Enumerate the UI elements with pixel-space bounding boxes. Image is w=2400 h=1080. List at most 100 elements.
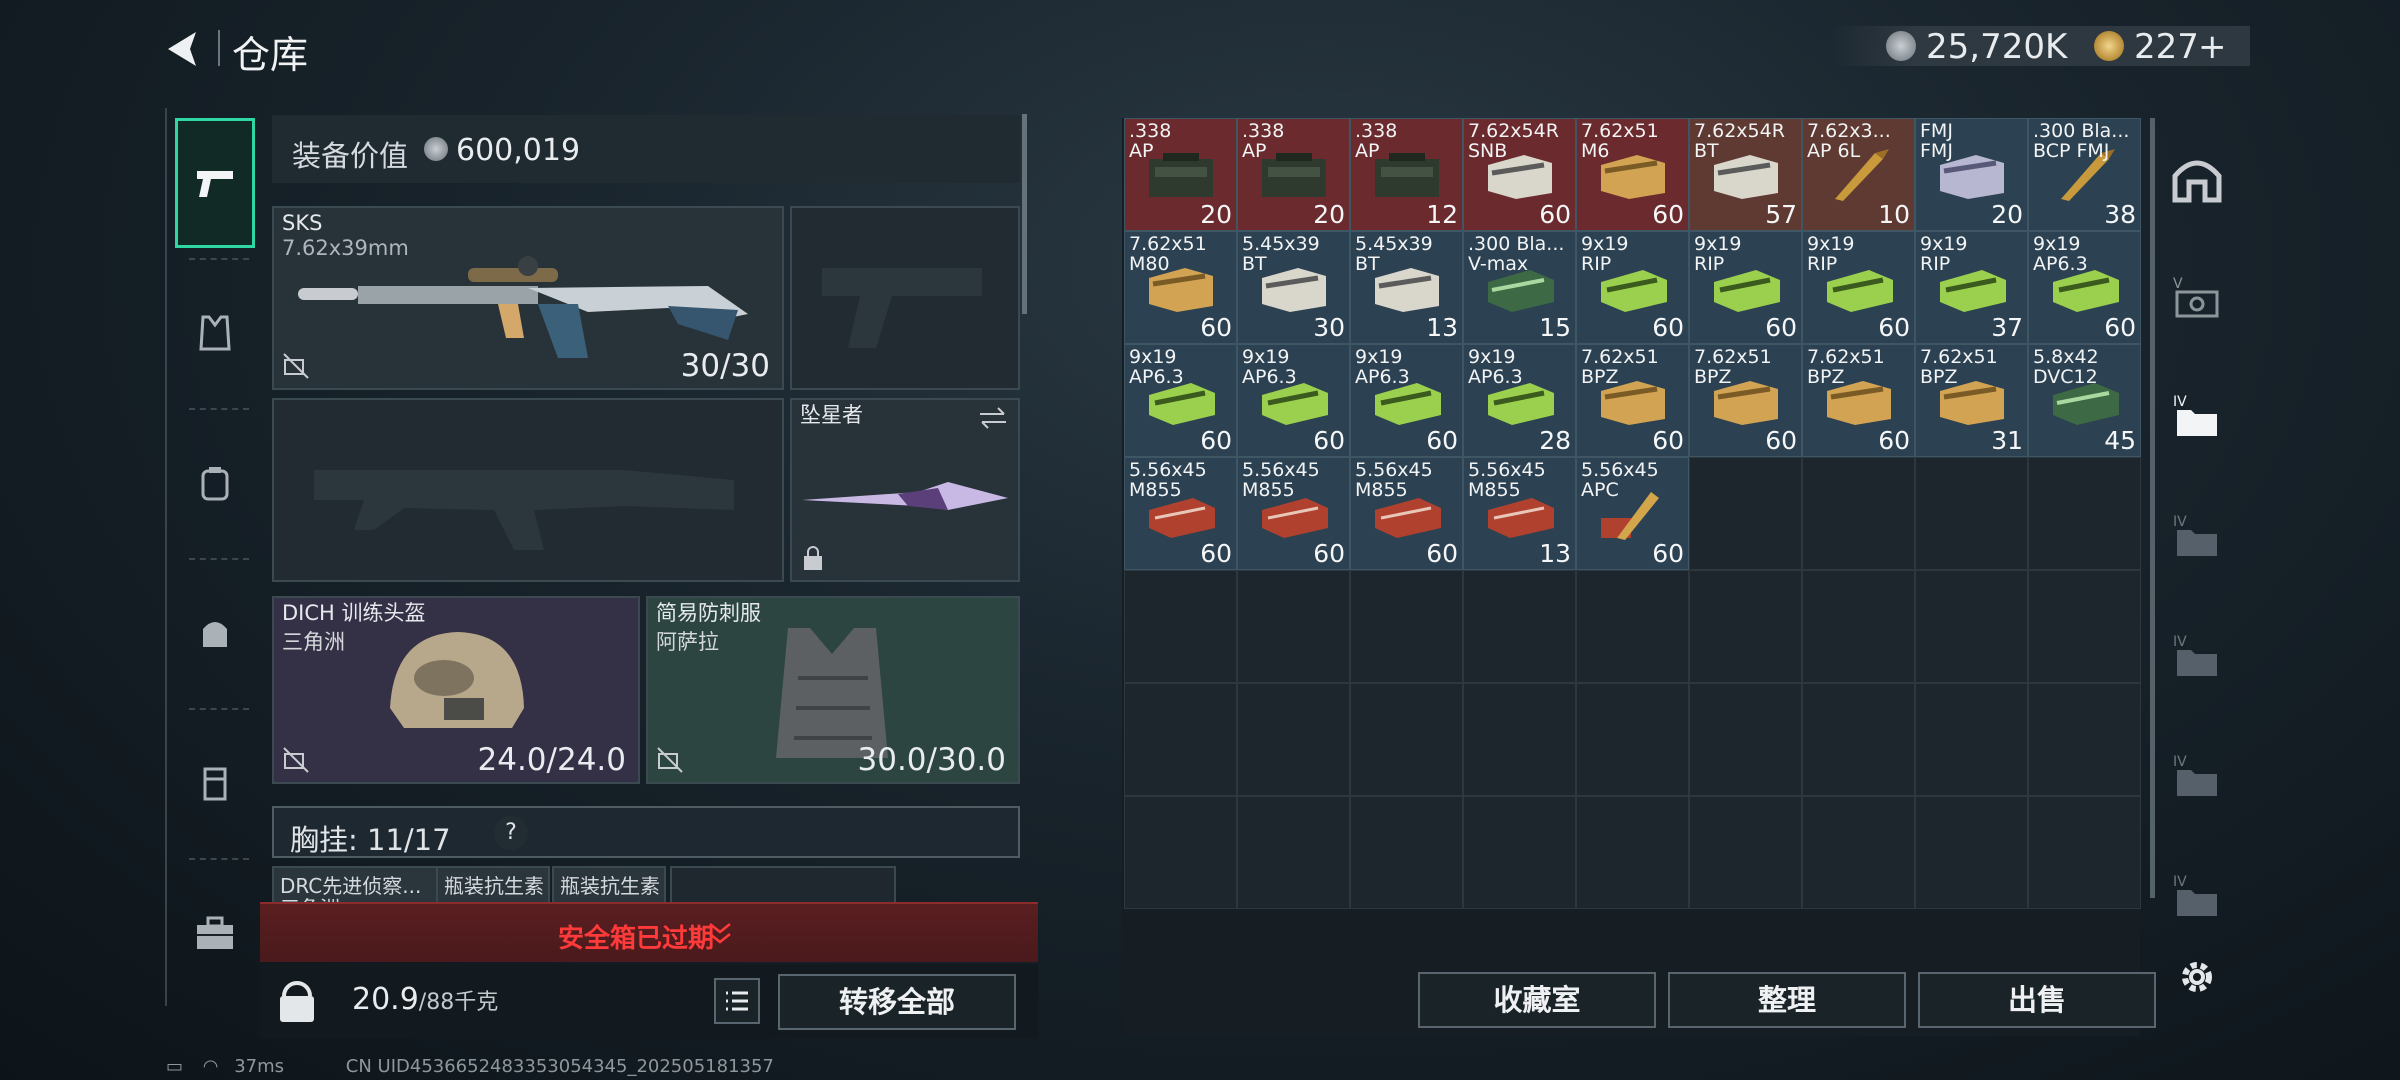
sell-button[interactable]: 出售 [1918,972,2156,1028]
stash-cell-empty[interactable] [1689,457,1802,570]
item-type: M855 [1468,479,1521,501]
stash-cell-empty[interactable] [1576,683,1689,796]
stash-cell-empty[interactable] [1802,457,1915,570]
stash-item-ammo[interactable]: 7.62x51 BPZ 60 [1689,344,1802,457]
nav-chest-rig[interactable] [175,718,255,848]
stash-page-5[interactable]: V [2162,262,2232,332]
stash-page-4-selected[interactable]: IV [2162,380,2232,450]
stash-item-ammo[interactable]: 5.56x45 M855 60 [1350,457,1463,570]
stash-cell-empty[interactable] [1350,683,1463,796]
stash-item-ammo[interactable]: 7.62x54R SNB 60 [1463,118,1576,231]
stash-item-ammo[interactable]: .300 Bla... BCP FMJ 38 [2028,118,2141,231]
chest-rig-bar[interactable]: 胸挂: 11/17 ? [272,806,1020,858]
stash-item-ammo[interactable]: 7.62x51 BPZ 60 [1802,344,1915,457]
stash-item-ammo[interactable]: 9x19 AP6.3 60 [1350,344,1463,457]
organize-button[interactable]: 整理 [1668,972,1906,1028]
stash-cell-empty[interactable] [1350,796,1463,909]
secondary-weapon-slot-empty[interactable] [272,398,784,582]
stash-item-ammo[interactable]: 9x19 RIP 60 [1576,231,1689,344]
transfer-all-button[interactable]: 转移全部 [778,974,1016,1030]
stash-cell-empty[interactable] [1915,457,2028,570]
gold-coin-icon [2094,31,2124,61]
stash-item-ammo[interactable]: 9x19 AP6.3 28 [1463,344,1576,457]
stash-item-ammo[interactable]: FMJ FMJ 20 [1915,118,2028,231]
stash-cell-empty[interactable] [1689,796,1802,909]
stash-item-ammo[interactable]: 5.56x45 M855 60 [1237,457,1350,570]
stash-cell-empty[interactable] [1802,796,1915,909]
stash-item-ammo[interactable]: 5.45x39 BT 13 [1350,231,1463,344]
stash-item-ammo[interactable]: 9x19 RIP 60 [1802,231,1915,344]
stash-cell-empty[interactable] [1463,570,1576,683]
stash-cell-empty[interactable] [1802,570,1915,683]
stash-cell-empty[interactable] [1237,683,1350,796]
stash-cell-empty[interactable] [1237,570,1350,683]
nav-weapons[interactable] [175,118,255,248]
collection-room-button[interactable]: 收藏室 [1418,972,1656,1028]
armor-slot[interactable]: 简易防刺服 阿萨拉 30.0/30.0 [646,596,1020,784]
stash-item-ammo[interactable]: .338 AP 12 [1350,118,1463,231]
stash-item-ammo[interactable]: 7.62x51 M6 60 [1576,118,1689,231]
stash-cell-empty[interactable] [1124,683,1237,796]
stash-item-ammo[interactable]: 9x19 AP6.3 60 [1124,344,1237,457]
stash-item-ammo[interactable]: .338 AP 20 [1124,118,1237,231]
stash-item-ammo[interactable]: 7.62x51 M80 60 [1124,231,1237,344]
stash-cell-empty[interactable] [1463,796,1576,909]
stash-cell-empty[interactable] [1350,570,1463,683]
stash-cell-empty[interactable] [1915,683,2028,796]
stash-item-ammo[interactable]: 5.45x39 BT 30 [1237,231,1350,344]
nav-backpack[interactable] [175,418,255,548]
stash-item-ammo[interactable]: 7.62x51 BPZ 31 [1915,344,2028,457]
stash-item-ammo[interactable]: 9x19 RIP 37 [1915,231,2028,344]
melee-slot[interactable]: 坠星者 [790,398,1020,582]
stash-item-ammo[interactable]: 5.56x45 M855 60 [1124,457,1237,570]
loadout-scrollbar[interactable] [1022,114,1027,314]
stash-cell-empty[interactable] [1689,570,1802,683]
item-count: 12 [1426,200,1458,229]
sidearm-slot-empty[interactable] [790,206,1020,390]
nav-armor[interactable] [175,268,255,398]
stash-item-ammo[interactable]: .300 Bla... V-max 15 [1463,231,1576,344]
stash-item-ammo[interactable]: 7.62x3... AP 6L 10 [1802,118,1915,231]
stash-cell-empty[interactable] [1124,570,1237,683]
stash-cell-empty[interactable] [2028,570,2141,683]
stash-cell-empty[interactable] [2028,796,2141,909]
nav-pouch[interactable] [175,568,255,698]
stash-cell-empty[interactable] [1463,683,1576,796]
settings-button[interactable] [2162,942,2232,1012]
nav-safe-box[interactable] [175,868,255,998]
stash-cell-empty[interactable] [2028,683,2141,796]
stash-cell-empty[interactable] [1689,683,1802,796]
stash-page-4d[interactable]: IV [2162,740,2232,810]
add-currency-button[interactable]: + [2198,27,2227,67]
helmet-slot[interactable]: DICH 训练头盔 三角洲 24.0/24.0 [272,596,640,784]
stash-cell-empty[interactable] [1915,796,2028,909]
warehouse-home-button[interactable] [2162,144,2232,214]
swap-arrows-icon[interactable] [978,406,1008,430]
stash-item-ammo[interactable]: 9x19 AP6.3 60 [1237,344,1350,457]
primary-weapon-slot[interactable]: SKS 7.62x39mm 30/30 [272,206,784,390]
stash-page-4b[interactable]: IV [2162,500,2232,570]
stash-cell-empty[interactable] [1124,796,1237,909]
stash-item-ammo[interactable]: 7.62x54R BT 57 [1689,118,1802,231]
back-arrow-icon[interactable] [160,28,210,70]
stash-item-ammo[interactable]: 9x19 AP6.3 60 [2028,231,2141,344]
item-caliber: .300 Bla... [1468,233,1565,255]
list-view-button[interactable] [714,978,760,1024]
stash-cell-empty[interactable] [1237,796,1350,909]
stash-item-ammo[interactable]: 5.56x45 M855 13 [1463,457,1576,570]
help-icon[interactable]: ? [494,816,528,850]
stash-page-4c[interactable]: IV [2162,620,2232,690]
stash-item-ammo[interactable]: 7.62x51 BPZ 60 [1576,344,1689,457]
stash-item-ammo[interactable]: 9x19 RIP 60 [1689,231,1802,344]
stash-item-ammo[interactable]: 5.56x45 APC 60 [1576,457,1689,570]
stash-cell-empty[interactable] [1802,683,1915,796]
stash-cell-empty[interactable] [1915,570,2028,683]
stash-item-ammo[interactable]: .338 AP 20 [1237,118,1350,231]
safe-box-expired-banner[interactable]: 安全箱已过期 [260,902,1038,962]
stash-scrollbar[interactable] [2150,118,2155,898]
stash-cell-empty[interactable] [1576,796,1689,909]
stash-cell-empty[interactable] [1576,570,1689,683]
stash-item-ammo[interactable]: 5.8x42 DVC12 45 [2028,344,2141,457]
stash-cell-empty[interactable] [2028,457,2141,570]
stash-page-4e[interactable]: IV [2162,860,2232,930]
